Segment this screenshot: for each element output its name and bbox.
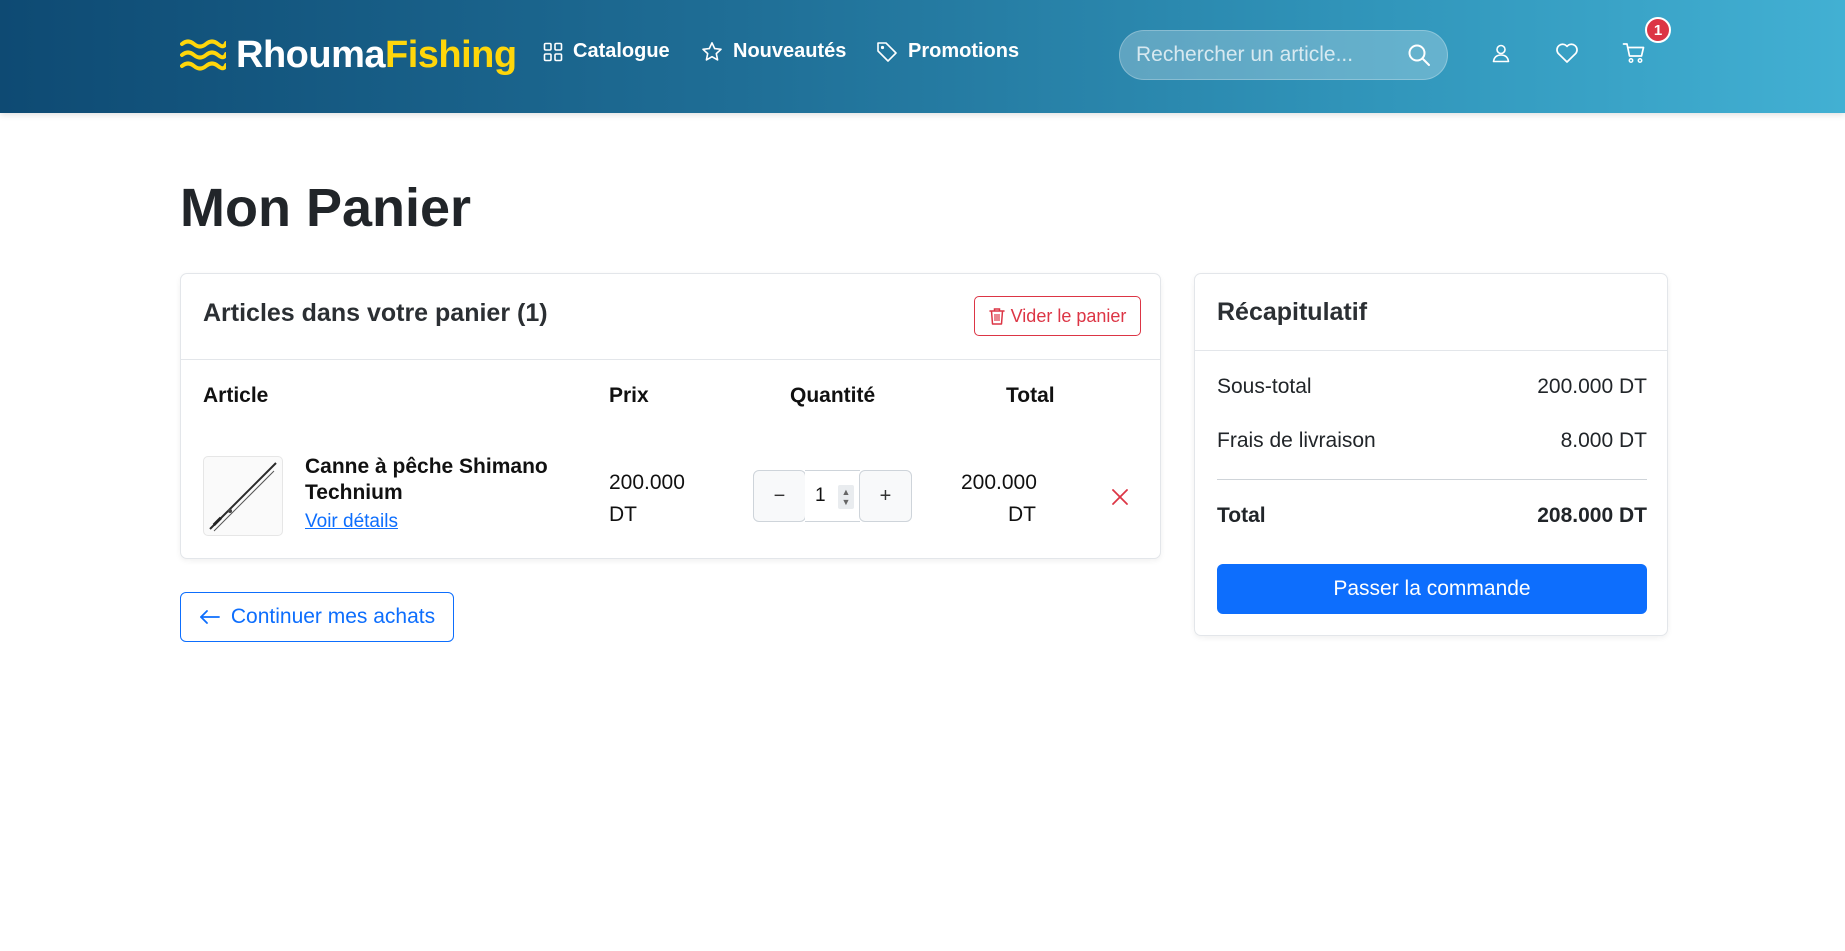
search-input[interactable]	[1136, 43, 1407, 67]
trash-icon	[988, 308, 1005, 325]
arrow-left-icon	[199, 610, 220, 624]
remove-item-button[interactable]	[1109, 486, 1131, 508]
page-title: Mon Panier	[180, 178, 472, 238]
column-header-article: Article	[203, 384, 269, 407]
brand-logo[interactable]: RhoumaFishing	[180, 30, 517, 80]
cart-items-card: Articles dans votre panier (1) Vider le …	[180, 273, 1161, 559]
wishlist-button[interactable]	[1554, 40, 1580, 66]
subtotal-value: 200.000 DT	[1537, 375, 1647, 398]
tag-icon	[877, 41, 897, 62]
brand-name-part1: Rhouma	[236, 33, 386, 76]
quantity-value: 1	[815, 485, 826, 506]
total-value: 208.000 DT	[1537, 504, 1647, 527]
product-thumbnail[interactable]	[203, 456, 283, 536]
spin-up-icon: ▲	[841, 487, 851, 497]
nav-nouveautes-label: Nouveautés	[733, 40, 847, 62]
quantity-spinner[interactable]: ▲ ▼	[838, 485, 854, 509]
subtotal-label: Sous-total	[1217, 375, 1312, 398]
grid-icon	[543, 42, 563, 61]
cart-items-heading: Articles dans votre panier (1)	[203, 299, 548, 327]
column-header-prix: Prix	[609, 384, 649, 407]
nav-nouveautes[interactable]: Nouveautés	[701, 40, 846, 63]
checkout-button[interactable]: Passer la commande	[1217, 564, 1647, 614]
clear-cart-label: Vider le panier	[1010, 305, 1127, 326]
quantity-increase-button[interactable]: +	[859, 470, 912, 522]
nav-catalogue[interactable]: Catalogue	[543, 40, 670, 63]
heart-icon	[1556, 43, 1578, 63]
nav-catalogue-label: Catalogue	[573, 40, 670, 62]
shipping-label: Frais de livraison	[1217, 429, 1376, 452]
close-icon	[1112, 489, 1128, 505]
continue-shopping-label: Continuer mes achats	[230, 605, 436, 628]
order-summary-card: Récapitulatif Sous-total 200.000 DT Frai…	[1194, 273, 1668, 636]
search-bar	[1119, 30, 1448, 80]
waves-icon	[180, 39, 226, 71]
quantity-input[interactable]: 1 ▲ ▼	[805, 470, 860, 522]
total-label: Total	[1217, 504, 1266, 527]
shipping-row: Frais de livraison 8.000 DT	[1217, 429, 1647, 453]
search-button[interactable]	[1407, 42, 1431, 68]
search-icon	[1408, 44, 1430, 66]
brand-name: RhoumaFishing	[236, 34, 517, 77]
product-name: Canne à pêche Shimano Technium	[305, 455, 548, 504]
product-price: 200.000 DT	[609, 471, 685, 526]
spin-down-icon: ▼	[841, 497, 851, 507]
brand-name-part2: Fishing	[385, 33, 517, 76]
nav-promotions-label: Promotions	[908, 40, 1020, 62]
star-icon	[702, 41, 722, 61]
total-row: Total 208.000 DT	[1217, 504, 1647, 528]
line-total: 200.000 DT	[961, 471, 1037, 526]
cart-count-badge: 1	[1645, 17, 1671, 43]
summary-title: Récapitulatif	[1217, 298, 1368, 326]
user-icon	[1492, 44, 1510, 63]
clear-cart-button[interactable]: Vider le panier	[974, 296, 1141, 336]
minus-icon: −	[773, 484, 786, 507]
fishing-rod-image	[209, 462, 277, 532]
product-details-link[interactable]: Voir détails	[305, 511, 398, 533]
nav-promotions[interactable]: Promotions	[876, 40, 1019, 63]
column-header-total: Total	[1006, 384, 1055, 407]
top-navbar: RhoumaFishing Catalogue Nouveautés Promo…	[0, 0, 1845, 113]
column-header-quantite: Quantité	[790, 384, 876, 407]
cart-card-header: Articles dans votre panier (1) Vider le …	[181, 274, 1160, 360]
cart-button[interactable]	[1621, 40, 1647, 66]
cart-icon	[1622, 43, 1645, 63]
shipping-value: 8.000 DT	[1560, 429, 1647, 452]
quantity-decrease-button[interactable]: −	[753, 470, 806, 522]
account-button[interactable]	[1488, 40, 1514, 66]
plus-icon: +	[879, 484, 892, 507]
continue-shopping-button[interactable]: Continuer mes achats	[180, 592, 454, 642]
subtotal-row: Sous-total 200.000 DT	[1217, 375, 1647, 399]
summary-divider	[1217, 479, 1647, 480]
summary-card-header: Récapitulatif	[1195, 274, 1667, 351]
